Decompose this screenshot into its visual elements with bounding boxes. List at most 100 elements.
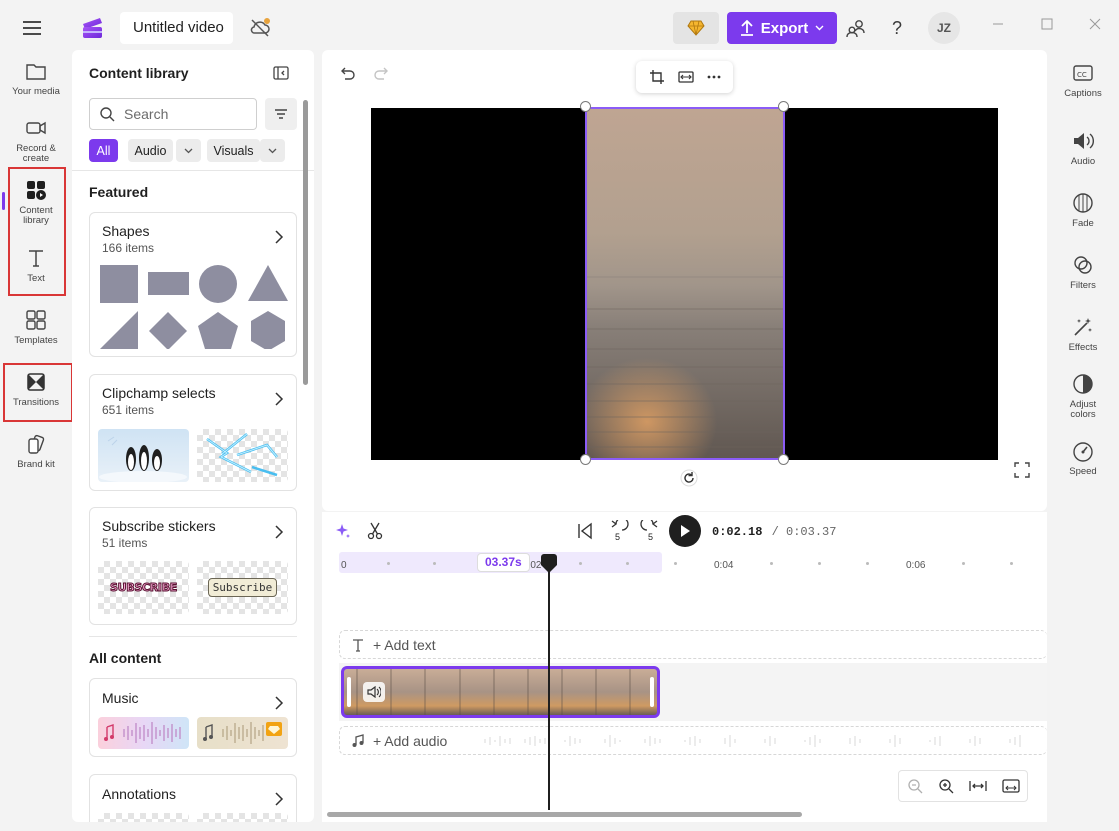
rail-label: Transitions	[12, 397, 60, 408]
playhead[interactable]	[548, 564, 550, 810]
fade-icon	[1072, 192, 1094, 214]
forward-5-button[interactable]: 5	[640, 520, 662, 544]
divider	[89, 636, 297, 637]
chevron-right-icon[interactable]	[274, 696, 284, 710]
card-title: Music	[102, 690, 139, 706]
clip-audio-toggle[interactable]	[363, 682, 385, 702]
selected-video-clip[interactable]	[585, 107, 785, 460]
right-rail-fade[interactable]: Fade	[1058, 192, 1108, 229]
play-button[interactable]	[669, 515, 701, 547]
split-scissors-icon[interactable]	[367, 522, 383, 540]
fullscreen-icon[interactable]	[1014, 462, 1030, 478]
rail-transitions[interactable]: Transitions	[6, 371, 66, 408]
rail-label: Record & create	[16, 143, 56, 164]
fit-icon[interactable]	[677, 70, 694, 84]
share-people-icon[interactable]	[843, 15, 869, 41]
collapse-panel-icon[interactable]	[273, 65, 289, 81]
zoom-out-icon[interactable]	[907, 778, 923, 794]
chip-visuals-dropdown[interactable]	[260, 139, 285, 162]
rail-text[interactable]: Text	[6, 247, 66, 284]
right-rail-filters[interactable]: Filters	[1058, 254, 1108, 291]
shapes-preview	[100, 265, 288, 349]
add-audio-label: + Add audio	[373, 732, 448, 749]
card-subscribe-stickers[interactable]: Subscribe stickers 51 items SUBSCRIBE Su…	[89, 507, 297, 625]
clip-trim-right-handle[interactable]	[650, 677, 654, 707]
lightning-thumbnail[interactable]	[197, 429, 288, 482]
rail-your-media[interactable]: Your media	[6, 60, 66, 97]
penguins-thumbnail[interactable]	[98, 429, 189, 482]
right-rail-effects[interactable]: Effects	[1058, 316, 1108, 353]
menu-icon[interactable]	[20, 18, 44, 38]
annotations-thumbnail-1[interactable]	[98, 813, 189, 822]
zoom-in-icon[interactable]	[938, 778, 954, 794]
chip-all[interactable]: All	[89, 139, 118, 162]
rewind-5-button[interactable]: 5	[607, 520, 629, 544]
chip-audio[interactable]: Audio	[128, 139, 173, 162]
chevron-right-icon[interactable]	[274, 230, 284, 244]
music-thumbnail-1[interactable]	[98, 717, 189, 749]
help-icon[interactable]: ?	[884, 15, 910, 41]
filter-button[interactable]	[265, 98, 297, 130]
rail-brand-kit[interactable]: Brand kit	[6, 433, 66, 470]
minimize-icon[interactable]	[988, 14, 1008, 34]
resize-handle-tl[interactable]	[580, 101, 591, 112]
undo-icon[interactable]	[339, 65, 355, 81]
tick-dot	[626, 562, 629, 565]
subscribe-sticker-pink[interactable]: SUBSCRIBE	[98, 561, 189, 614]
chip-visuals[interactable]: Visuals	[207, 139, 260, 162]
maximize-icon[interactable]	[1037, 14, 1057, 34]
avatar[interactable]: JZ	[928, 12, 960, 44]
timeline-video-clip[interactable]	[341, 666, 660, 718]
chip-audio-dropdown[interactable]	[176, 139, 201, 162]
skip-to-start-icon[interactable]	[577, 522, 593, 540]
playhead-knob[interactable]	[540, 554, 558, 574]
chevron-right-icon[interactable]	[274, 792, 284, 806]
clip-trim-left-handle[interactable]	[347, 677, 351, 707]
right-rail-captions[interactable]: CC Captions	[1058, 62, 1108, 99]
tick-dot	[674, 562, 677, 565]
music-thumbnail-2[interactable]	[197, 717, 288, 749]
card-annotations[interactable]: Annotations	[89, 774, 297, 822]
card-music[interactable]: Music	[89, 678, 297, 757]
total-time: / 0:03.37	[771, 525, 837, 539]
more-options-icon[interactable]	[707, 75, 721, 79]
clipchamp-logo-icon	[80, 15, 106, 41]
rail-content-library[interactable]: Content library	[6, 179, 66, 226]
sync-off-icon[interactable]	[248, 16, 272, 40]
text-icon	[351, 638, 365, 652]
add-text-track[interactable]: + Add text	[339, 630, 1047, 659]
card-clipchamp-selects[interactable]: Clipchamp selects 651 items	[89, 374, 297, 491]
adjust-colors-icon	[1072, 373, 1094, 395]
chevron-right-icon[interactable]	[274, 392, 284, 406]
card-shapes[interactable]: Shapes 166 items	[89, 212, 297, 357]
rail-record-create[interactable]: Record & create	[6, 117, 66, 164]
right-rail-audio[interactable]: Audio	[1058, 130, 1108, 167]
crop-icon[interactable]	[649, 69, 665, 85]
add-audio-track[interactable]: + Add audio	[339, 726, 1047, 755]
resize-handle-tr[interactable]	[778, 101, 789, 112]
fit-timeline-icon[interactable]	[968, 780, 987, 792]
timeline-scrollbar[interactable]	[327, 812, 802, 817]
tick-dot	[818, 562, 821, 565]
right-rail-speed[interactable]: Speed	[1058, 440, 1108, 477]
rotate-icon[interactable]	[680, 469, 698, 487]
right-rail-adjust-colors[interactable]: Adjust colors	[1058, 373, 1108, 420]
tick-label: 0	[341, 560, 347, 571]
rail-templates[interactable]: Templates	[6, 309, 66, 346]
library-scrollbar[interactable]	[303, 100, 308, 385]
chevron-right-icon[interactable]	[274, 525, 284, 539]
search-input[interactable]: Search	[89, 98, 257, 130]
redo-icon[interactable]	[374, 65, 390, 81]
close-icon[interactable]	[1085, 14, 1105, 34]
svg-text:CC: CC	[1077, 71, 1087, 79]
subscribe-sticker-plain[interactable]: Subscribe	[197, 561, 288, 614]
resize-handle-bl[interactable]	[580, 454, 591, 465]
annotations-thumbnail-2[interactable]	[197, 813, 288, 822]
ai-sparkle-icon[interactable]	[335, 523, 351, 539]
export-button[interactable]: Export	[727, 12, 837, 44]
premium-button[interactable]	[673, 12, 719, 44]
rail-label: Audio	[1070, 156, 1096, 167]
project-title-input[interactable]: Untitled video	[120, 12, 233, 44]
resize-handle-br[interactable]	[778, 454, 789, 465]
timeline-view-icon[interactable]	[1001, 779, 1020, 793]
